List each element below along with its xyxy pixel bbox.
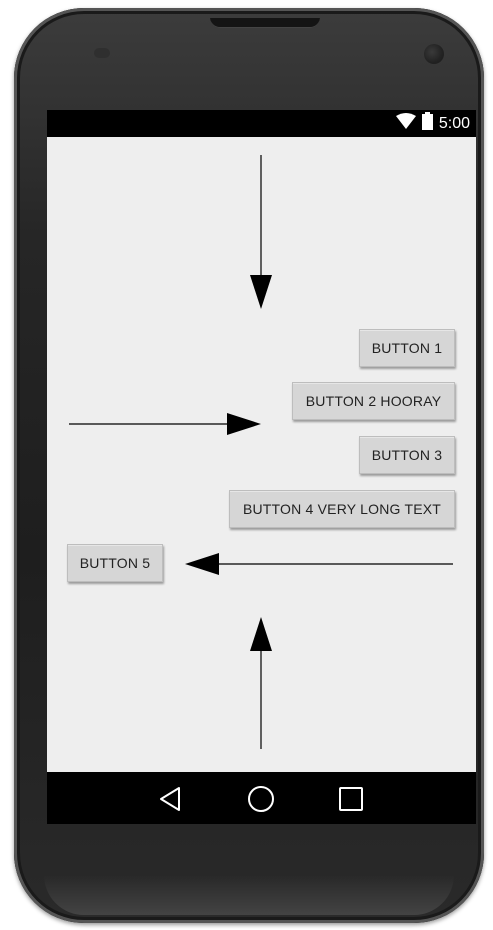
- phone-bottom-sheen: [44, 875, 454, 915]
- battery-icon: [421, 112, 433, 135]
- wifi-icon: [395, 113, 416, 134]
- button-1[interactable]: BUTTON 1: [359, 329, 455, 367]
- arrow-up-icon: [250, 617, 272, 749]
- arrow-right-icon: [69, 413, 261, 435]
- front-camera: [424, 44, 444, 64]
- proximity-sensor: [94, 48, 110, 58]
- earpiece-speaker: [210, 18, 320, 28]
- status-icons: 5:00: [395, 110, 470, 137]
- back-icon[interactable]: [155, 784, 185, 814]
- status-bar: 5:00: [47, 110, 476, 137]
- button-4-very-long-text[interactable]: BUTTON 4 VERY LONG TEXT: [229, 490, 455, 528]
- navigation-bar: [47, 772, 476, 824]
- arrow-down-icon: [250, 155, 272, 309]
- button-3[interactable]: BUTTON 3: [359, 436, 455, 474]
- app-screen: BUTTON 1 BUTTON 2 HOORAY BUTTON 3 BUTTON…: [47, 137, 476, 772]
- recents-icon[interactable]: [336, 784, 366, 814]
- arrow-left-icon: [185, 553, 453, 575]
- button-5[interactable]: BUTTON 5: [67, 544, 163, 582]
- home-icon[interactable]: [246, 784, 276, 814]
- button-2-hooray[interactable]: BUTTON 2 HOORAY: [292, 382, 455, 420]
- status-clock: 5:00: [438, 114, 470, 132]
